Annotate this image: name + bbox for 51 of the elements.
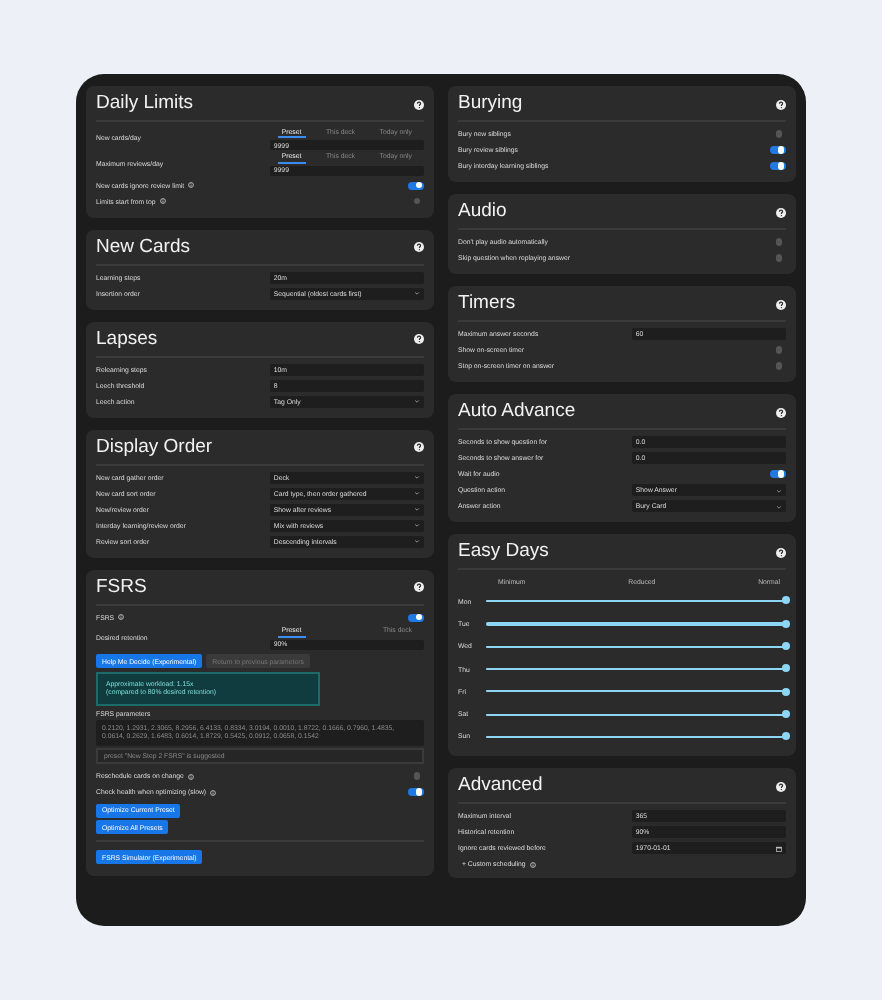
- toggle-switch[interactable]: [407, 613, 424, 622]
- chevron-icon: [413, 522, 420, 529]
- help-icon[interactable]: [414, 582, 424, 593]
- toggle-switch[interactable]: [769, 145, 786, 155]
- info-icon[interactable]: [118, 614, 125, 621]
- toggle-switch[interactable]: [775, 362, 782, 370]
- help-icon[interactable]: [776, 207, 786, 217]
- info-icon[interactable]: [188, 182, 195, 189]
- section-title: Timers: [458, 290, 516, 318]
- help-icon[interactable]: [414, 242, 424, 253]
- toggle-switch[interactable]: [775, 130, 782, 138]
- help-icon[interactable]: [776, 781, 786, 792]
- help-icon[interactable]: [776, 407, 786, 417]
- calendar-icon[interactable]: [775, 845, 782, 852]
- chevron-icon: [413, 398, 420, 405]
- section-title: Display Order: [96, 433, 213, 462]
- section-title: Daily Limits: [96, 90, 194, 118]
- chevron-icon: [413, 290, 420, 297]
- toggle-switch[interactable]: [407, 181, 424, 190]
- chevron-icon: [775, 487, 782, 493]
- help-icon[interactable]: [414, 442, 424, 453]
- toggle-switch[interactable]: [413, 198, 420, 205]
- info-icon[interactable]: [159, 198, 166, 205]
- chevron-icon: [413, 538, 420, 545]
- info-icon[interactable]: [529, 861, 536, 868]
- chevron-icon: [413, 506, 420, 513]
- section-title: FSRS: [96, 573, 147, 602]
- help-icon[interactable]: [776, 547, 786, 557]
- help-icon[interactable]: [776, 299, 786, 309]
- chevron-icon: [775, 503, 782, 509]
- section-title: Easy Days: [458, 538, 549, 566]
- chevron-icon: [413, 474, 420, 481]
- toggle-switch[interactable]: [775, 346, 782, 354]
- toggle-switch[interactable]: [769, 469, 786, 479]
- toggle-switch[interactable]: [775, 254, 782, 262]
- section-title: Auto Advance: [458, 398, 576, 426]
- info-icon[interactable]: [187, 773, 194, 779]
- toggle-switch[interactable]: [413, 772, 420, 780]
- toggle-switch[interactable]: [775, 238, 782, 246]
- chevron-icon: [413, 490, 420, 497]
- section-title: Lapses: [96, 325, 158, 354]
- help-icon[interactable]: [414, 99, 424, 109]
- info-icon[interactable]: [210, 789, 217, 795]
- help-icon[interactable]: [414, 334, 424, 345]
- section-title: Advanced: [458, 772, 543, 801]
- toggle-switch[interactable]: [407, 787, 424, 797]
- section-title: Burying: [458, 90, 523, 118]
- section-title: New Cards: [96, 233, 190, 262]
- toggle-switch[interactable]: [769, 161, 786, 171]
- help-icon[interactable]: [776, 99, 786, 109]
- section-title: Audio: [458, 198, 507, 226]
